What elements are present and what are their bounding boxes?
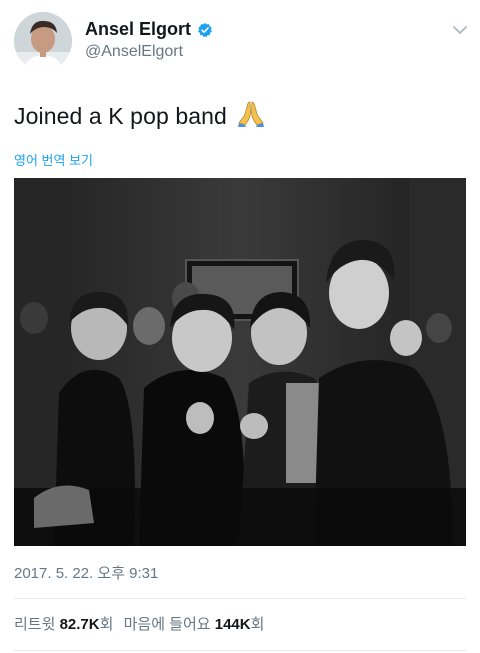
display-name[interactable]: Ansel Elgort [85,19,191,40]
author-name-row: Ansel Elgort [85,19,213,40]
tweet-photo[interactable] [14,178,466,546]
likes-label: 마음에 들어요 [123,616,211,633]
likes-stat[interactable]: 마음에 들어요 144K회 [124,616,265,633]
translate-link[interactable]: 영어 번역 보기 [14,150,93,169]
folded-hands-icon [238,101,265,127]
retweets-stat[interactable]: 리트윗 82.7K회 [14,616,113,633]
divider [14,598,466,599]
chevron-down-icon[interactable] [452,24,468,36]
likes-suffix: 회 [250,616,265,633]
author-handle[interactable]: @AnselElgort [85,43,183,61]
likes-count: 144K [214,616,251,633]
tweet-timestamp[interactable]: 2017. 5. 22. 오후 9:31 [14,562,158,583]
retweets-suffix: 회 [99,616,114,633]
photo-image [14,178,466,546]
verified-badge-icon [198,22,212,37]
retweets-label: 리트윗 [14,616,56,633]
tweet-card: Ansel Elgort @AnselElgort Joined a K pop… [0,0,480,653]
tweet-text: Joined a K pop band [14,99,265,130]
divider [14,650,466,651]
retweets-count: 82.7K [59,616,100,633]
avatar[interactable] [14,12,72,70]
avatar-image [14,12,72,70]
tweet-text-body: Joined a K pop band [14,103,227,129]
tweet-stats: 리트윗 82.7K회 마음에 들어요 144K회 [14,613,264,634]
